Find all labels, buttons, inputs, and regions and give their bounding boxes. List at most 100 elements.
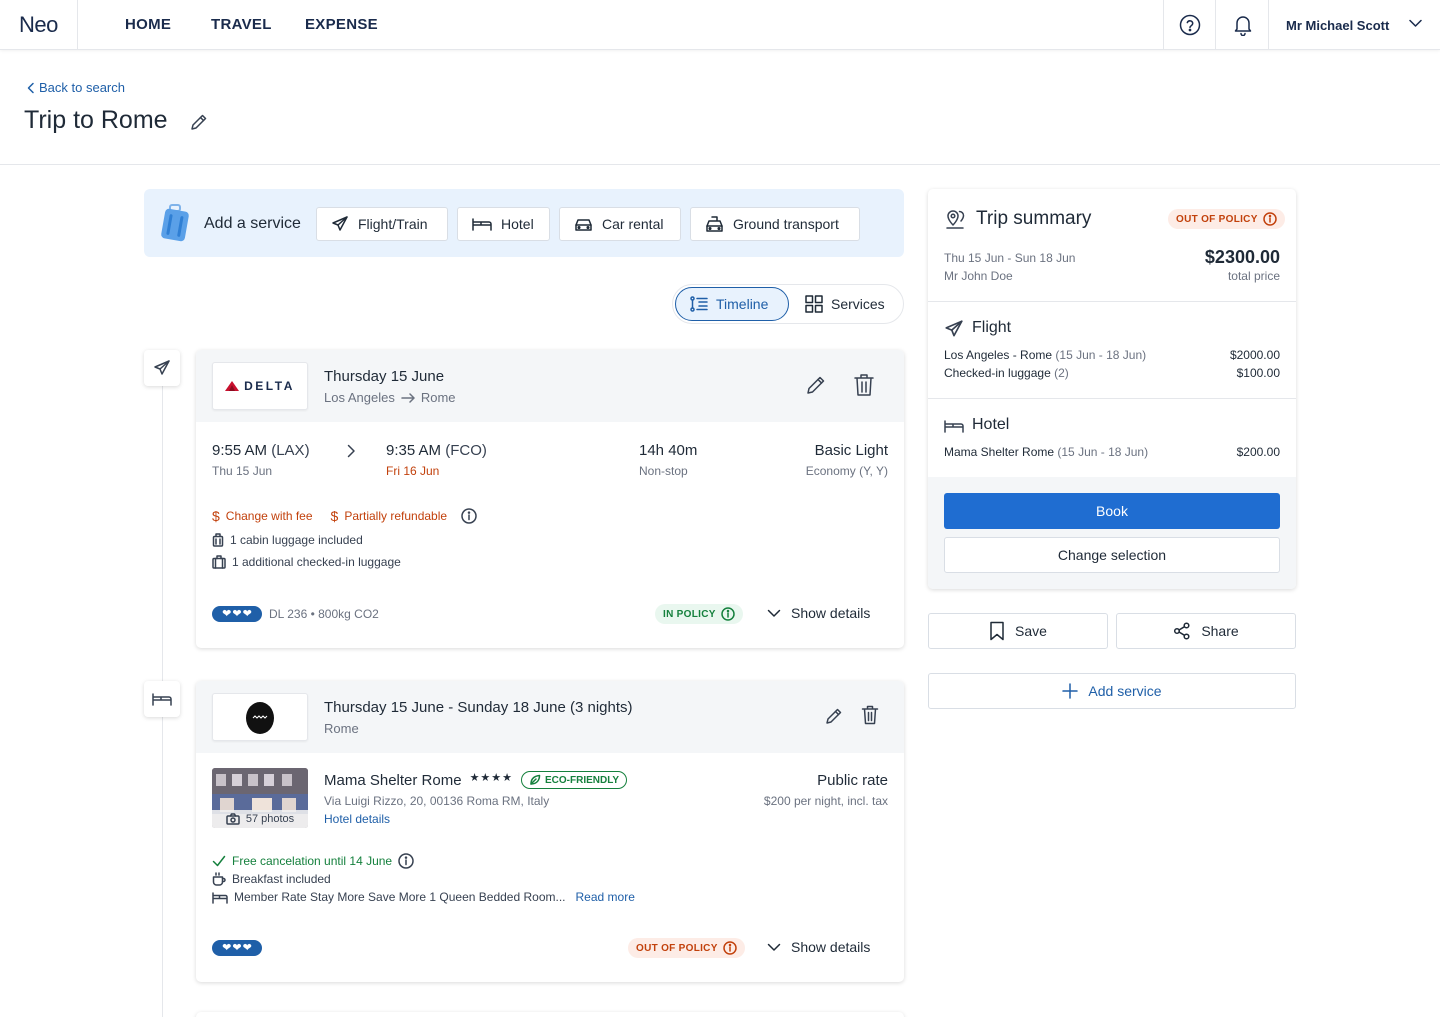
- summary-luggage-label: Checked-in luggage: [944, 366, 1051, 380]
- timeline-label: Timeline: [716, 296, 769, 312]
- hotel-card-header: Thursday 15 June - Sunday 18 June (3 nig…: [196, 681, 904, 753]
- nav-travel[interactable]: TRAVEL: [211, 16, 272, 33]
- summary-luggage-line: Checked-in luggage (2) $100.00: [944, 366, 1280, 380]
- dollar-icon: $: [330, 508, 339, 524]
- help-icon[interactable]: [1179, 14, 1201, 36]
- summary-luggage-price: $100.00: [1236, 366, 1280, 380]
- add-flight-train-button[interactable]: Flight/Train: [316, 207, 448, 241]
- car-rental-label: Car rental: [602, 216, 664, 232]
- room-row: Member Rate Stay More Save More 1 Queen …: [212, 890, 635, 904]
- book-button[interactable]: Book: [944, 493, 1280, 529]
- in-policy-badge[interactable]: IN POLICY: [655, 604, 743, 624]
- timeline-flight-marker: [144, 350, 180, 386]
- trip-summary-title: Trip summary: [976, 208, 1092, 229]
- rating-hearts: ❤ ❤ ❤: [212, 940, 262, 956]
- edit-flight-icon[interactable]: [805, 374, 827, 396]
- hotel-address: Via Luigi Rizzo, 20, 00136 Roma RM, Ital…: [324, 794, 550, 808]
- hotel-name[interactable]: Mama Shelter Rome: [324, 772, 462, 789]
- chevron-left-icon: [27, 82, 35, 94]
- camera-icon: [226, 813, 240, 825]
- app-logo[interactable]: Neo: [19, 12, 58, 38]
- departure-time-value: 9:55 AM: [212, 442, 268, 459]
- services-view-button[interactable]: Services: [791, 287, 901, 321]
- summary-hotel-name: Mama Shelter Rome: [944, 445, 1055, 459]
- plane-icon: [331, 215, 349, 233]
- rate-price: $200 per night, incl. tax: [763, 794, 888, 808]
- delete-flight-icon[interactable]: [853, 373, 875, 397]
- chevron-down-icon: [767, 609, 781, 618]
- info-icon[interactable]: [461, 508, 477, 524]
- eco-friendly-badge: ECO-FRIENDLY: [521, 771, 628, 789]
- summary-luggage-count: (2): [1054, 366, 1069, 380]
- back-to-search-link[interactable]: Back to search: [27, 80, 125, 95]
- info-icon[interactable]: [398, 853, 414, 869]
- heart-icon: ❤: [222, 941, 232, 954]
- summary-flight-title: Flight: [972, 319, 1012, 336]
- summary-divider: [928, 301, 1296, 302]
- total-price: $2300.00: [1204, 247, 1280, 267]
- share-icon: [1173, 622, 1191, 640]
- flight-card-header: DELTA Thursday 15 June Los Angeles Rome: [196, 350, 904, 422]
- read-more-link[interactable]: Read more: [576, 890, 635, 904]
- bed-icon: [152, 691, 172, 707]
- luggage-icon: [212, 555, 226, 569]
- hotel-photo[interactable]: 57 photos: [212, 768, 308, 828]
- summary-hotel-title: Hotel: [972, 416, 1010, 433]
- cancelation-row: Free cancelation until 14 June: [212, 853, 414, 869]
- heart-icon: ❤: [232, 607, 242, 620]
- chevron-down-icon[interactable]: [1409, 19, 1422, 28]
- edit-hotel-icon[interactable]: [824, 706, 844, 726]
- nav-divider: [1163, 0, 1164, 50]
- airline-name: DELTA: [244, 379, 295, 393]
- out-of-policy-badge[interactable]: OUT OF POLICY: [628, 938, 745, 958]
- nav-expense[interactable]: EXPENSE: [305, 16, 378, 33]
- change-selection-button[interactable]: Change selection: [944, 537, 1280, 573]
- departure-code: (LAX): [271, 442, 310, 459]
- timeline-view-button[interactable]: Timeline: [675, 287, 789, 321]
- services-label: Services: [831, 296, 885, 312]
- chevron-right-icon: [347, 444, 356, 458]
- edit-title-icon[interactable]: [189, 112, 209, 132]
- add-service-label: Add a service: [204, 215, 301, 232]
- bell-icon[interactable]: [1233, 14, 1253, 36]
- summary-out-of-policy-badge[interactable]: OUT OF POLICY: [1168, 209, 1285, 229]
- add-ground-transport-button[interactable]: Ground transport: [690, 207, 860, 241]
- flight-show-details-button[interactable]: Show details: [767, 605, 870, 621]
- fare-conditions: $ Change with fee $ Partially refundable: [212, 508, 477, 524]
- nav-home[interactable]: HOME: [125, 16, 171, 33]
- trip-summary-panel: Trip summary OUT OF POLICY Thu 15 Jun - …: [928, 189, 1296, 589]
- bookmark-icon: [989, 621, 1005, 641]
- bed-icon: [472, 216, 492, 232]
- share-trip-button[interactable]: Share: [1116, 613, 1296, 649]
- hotel-card: Thursday 15 June - Sunday 18 June (3 nig…: [196, 681, 904, 982]
- rate-name: Public rate: [817, 772, 888, 789]
- user-menu-name[interactable]: Mr Michael Scott: [1286, 18, 1389, 33]
- photo-count-overlay: 57 photos: [212, 810, 308, 828]
- header-divider: [0, 164, 1440, 165]
- hotel-city-label: Rome: [324, 721, 359, 736]
- show-details-label: Show details: [791, 939, 871, 955]
- arrival-date: Fri 16 Jun: [386, 464, 440, 478]
- add-hotel-button[interactable]: Hotel: [457, 207, 550, 241]
- grid-icon: [805, 295, 823, 313]
- plane-icon: [944, 319, 964, 339]
- airline-logo: DELTA: [212, 362, 308, 410]
- hotel-details-link[interactable]: Hotel details: [324, 812, 390, 826]
- trip-dates: Thu 15 Jun - Sun 18 Jun: [944, 251, 1076, 265]
- add-service-button[interactable]: Add service: [928, 673, 1296, 709]
- summary-flight-price: $2000.00: [1229, 348, 1280, 362]
- hotel-label: Hotel: [501, 216, 534, 232]
- hotel-show-details-button[interactable]: Show details: [767, 939, 870, 955]
- rating-hearts: ❤ ❤ ❤: [212, 606, 262, 622]
- ground-transport-label: Ground transport: [733, 216, 839, 232]
- add-car-rental-button[interactable]: Car rental: [559, 207, 681, 241]
- suitcase-icon: [159, 204, 191, 242]
- save-trip-button[interactable]: Save: [928, 613, 1108, 649]
- cabin-bag-icon: [212, 533, 224, 547]
- summary-flight-route: Los Angeles - Rome: [944, 348, 1053, 362]
- info-icon: [720, 607, 735, 621]
- arrival-time: 9:35 AM (FCO): [386, 442, 487, 459]
- delete-hotel-icon[interactable]: [861, 705, 879, 725]
- route-from: Los Angeles: [324, 390, 395, 405]
- page-title: Trip to Rome: [24, 106, 168, 134]
